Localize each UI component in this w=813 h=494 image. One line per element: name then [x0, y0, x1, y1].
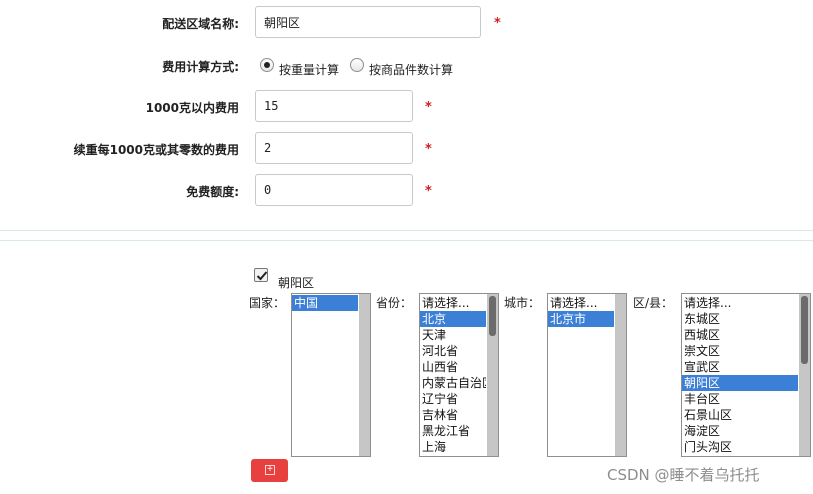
province-label: 省份：: [376, 296, 413, 310]
country-label: 国家：: [249, 296, 286, 310]
scrollbar[interactable]: [615, 294, 626, 456]
list-option[interactable]: 东城区: [682, 311, 798, 327]
scrollbar[interactable]: [359, 294, 370, 456]
list-option[interactable]: 宣武区: [682, 359, 798, 375]
required-mark: *: [425, 184, 432, 199]
radio-by-count[interactable]: [350, 58, 364, 72]
fee-continue-input[interactable]: [255, 132, 413, 164]
plus-icon: +: [265, 465, 275, 475]
list-option[interactable]: 黑龙江省: [420, 423, 486, 439]
list-option[interactable]: 请选择...: [682, 295, 798, 311]
district-list[interactable]: 请选择... 东城区 西城区 崇文区 宣武区 朝阳区 丰台区 石景山区 海淀区 门头沟区: [681, 293, 811, 457]
list-option[interactable]: 丰台区: [682, 391, 798, 407]
city-label: 城市：: [504, 296, 541, 310]
scrollbar-thumb[interactable]: [489, 296, 496, 336]
fee-1000g-label: 1000克以内费用: [145, 101, 239, 115]
city-list[interactable]: 请选择... 北京市: [547, 293, 627, 457]
divider: [0, 240, 813, 241]
radio-by-weight-label[interactable]: 按重量计算: [279, 61, 339, 78]
radio-by-weight[interactable]: [260, 58, 274, 72]
list-option[interactable]: 海淀区: [682, 423, 798, 439]
list-option[interactable]: 北京: [420, 311, 486, 327]
list-option[interactable]: 北京市: [548, 311, 614, 327]
required-mark: *: [494, 16, 501, 31]
list-option[interactable]: 天津: [420, 327, 486, 343]
province-list[interactable]: 请选择...北京天津河北省山西省内蒙古自治区辽宁省吉林省黑龙江省上海: [419, 293, 499, 457]
scrollbar[interactable]: [487, 294, 498, 456]
radio-by-count-label[interactable]: 按商品件数计算: [369, 61, 453, 78]
list-option[interactable]: 崇文区: [682, 343, 798, 359]
district-label: 区/县：: [633, 296, 674, 310]
free-quota-label: 免费额度:: [186, 185, 239, 199]
checkmark-icon: [256, 271, 268, 281]
watermark: CSDN @睡不着乌托托: [607, 466, 760, 484]
region-checkbox[interactable]: [254, 268, 268, 282]
list-option[interactable]: 河北省: [420, 343, 486, 359]
list-option[interactable]: 门头沟区: [682, 439, 798, 455]
list-option[interactable]: 朝阳区: [682, 375, 798, 391]
divider: [0, 230, 813, 231]
list-option[interactable]: 山西省: [420, 359, 486, 375]
list-option[interactable]: 辽宁省: [420, 391, 486, 407]
list-option[interactable]: 吉林省: [420, 407, 486, 423]
country-list[interactable]: 中国: [291, 293, 371, 457]
fee-1000g-input[interactable]: [255, 90, 413, 122]
scrollbar-thumb[interactable]: [801, 296, 808, 364]
fee-continue-label: 续重每1000克或其零数的费用: [73, 143, 239, 157]
region-name-label: 配送区域名称:: [162, 17, 239, 31]
list-option[interactable]: 石景山区: [682, 407, 798, 423]
list-option[interactable]: 请选择...: [420, 295, 486, 311]
list-option[interactable]: 上海: [420, 439, 486, 455]
add-region-button[interactable]: +: [251, 459, 288, 482]
required-mark: *: [425, 100, 432, 115]
region-checkbox-label: 朝阳区: [278, 276, 315, 290]
scrollbar[interactable]: [799, 294, 810, 456]
list-option[interactable]: 内蒙古自治区: [420, 375, 486, 391]
required-mark: *: [425, 142, 432, 157]
list-option[interactable]: 西城区: [682, 327, 798, 343]
region-name-input[interactable]: [255, 6, 481, 38]
list-option[interactable]: 中国: [292, 295, 358, 311]
fee-method-label: 费用计算方式:: [162, 60, 239, 74]
free-quota-input[interactable]: [255, 174, 413, 206]
list-option[interactable]: 请选择...: [548, 295, 614, 311]
